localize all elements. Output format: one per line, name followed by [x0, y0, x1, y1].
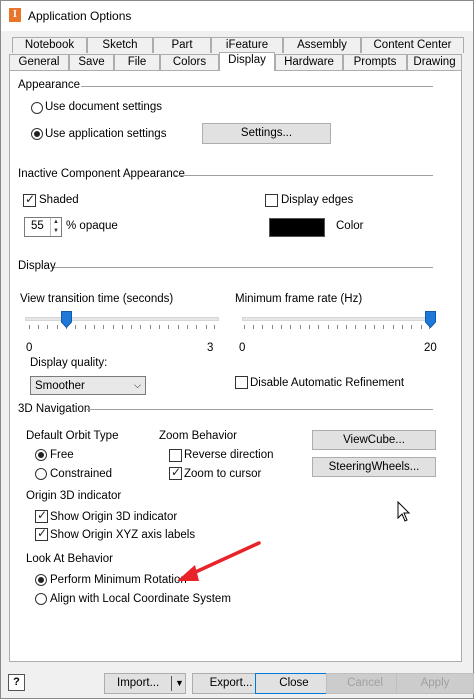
use-application-settings-label[interactable]: Use application settings — [45, 128, 166, 140]
view-transition-slider-track[interactable] — [25, 317, 219, 321]
reverse-direction-checkbox[interactable] — [169, 449, 182, 462]
mouse-pointer-icon — [397, 501, 411, 522]
tab-part[interactable]: Part — [153, 37, 211, 53]
show-origin-indicator-label[interactable]: Show Origin 3D indicator — [50, 511, 177, 523]
viewcube-button[interactable]: ViewCube... — [312, 430, 436, 450]
reverse-direction-label[interactable]: Reverse direction — [184, 449, 273, 461]
default-orbit-type-heading: Default Orbit Type — [26, 430, 119, 442]
close-button[interactable]: Close — [255, 673, 333, 694]
red-annotation-arrow-icon — [177, 541, 261, 581]
chevron-down-icon: ⌵ — [134, 380, 141, 390]
tab-general[interactable]: General — [9, 54, 69, 70]
display-heading: Display — [18, 260, 56, 272]
tab-colors[interactable]: Colors — [160, 54, 219, 70]
help-icon[interactable]: ? — [8, 674, 25, 691]
appearance-heading: Appearance — [18, 79, 81, 91]
title-bar[interactable]: I Application Options — [1, 1, 473, 31]
nav3d-separator — [87, 409, 433, 410]
use-document-settings-label[interactable]: Use document settings — [45, 101, 162, 113]
perform-minimum-rotation-label[interactable]: Perform Minimum Rotation — [50, 574, 187, 586]
display-quality-label: Display quality: — [30, 357, 108, 369]
view-transition-min-label: 0 — [26, 342, 33, 354]
cancel-button: Cancel — [326, 673, 404, 694]
orbit-constrained-radio[interactable] — [35, 468, 47, 480]
min-frame-rate-min-label: 0 — [239, 342, 246, 354]
apply-button: Apply — [396, 673, 474, 694]
show-origin-indicator-checkbox[interactable] — [35, 508, 48, 523]
tab-sketch[interactable]: Sketch — [87, 37, 153, 53]
import-split-divider — [171, 676, 172, 691]
inactive-separator — [175, 175, 433, 176]
appearance-separator — [81, 86, 433, 87]
orbit-free-radio[interactable] — [35, 449, 47, 461]
steeringwheels-button[interactable]: SteeringWheels... — [312, 457, 436, 477]
color-label: Color — [336, 220, 364, 232]
min-frame-rate-slider-track[interactable] — [242, 317, 436, 321]
opacity-value[interactable]: 55 — [31, 220, 44, 232]
align-local-coordinate-label[interactable]: Align with Local Coordinate System — [50, 593, 231, 605]
view-transition-max-label: 3 — [207, 342, 214, 354]
tab-prompts[interactable]: Prompts — [343, 54, 407, 70]
min-frame-rate-slider-thumb[interactable] — [425, 311, 436, 328]
tab-assembly[interactable]: Assembly — [283, 37, 361, 53]
zoom-behavior-heading: Zoom Behavior — [159, 430, 237, 442]
use-document-settings-radio[interactable] — [31, 102, 43, 114]
zoom-to-cursor-label[interactable]: Zoom to cursor — [184, 468, 261, 480]
opacity-spinner[interactable]: 55 ▲ ▼ — [24, 217, 62, 237]
display-separator — [54, 267, 433, 268]
dropdown-arrow-icon[interactable]: ▼ — [175, 674, 184, 693]
disable-automatic-refinement-checkbox[interactable] — [235, 376, 248, 389]
application-options-dialog: I Application Options Notebook Sketch Pa… — [0, 0, 474, 699]
display-edges-checkbox[interactable] — [265, 194, 278, 207]
inactive-component-heading: Inactive Component Appearance — [18, 168, 185, 180]
disable-automatic-refinement-label[interactable]: Disable Automatic Refinement — [250, 377, 404, 389]
orbit-constrained-label[interactable]: Constrained — [50, 468, 112, 480]
opacity-suffix-label: % opaque — [66, 220, 118, 232]
tab-hardware[interactable]: Hardware — [275, 54, 343, 70]
spinner-arrows-icon[interactable]: ▲ ▼ — [50, 218, 61, 236]
shaded-label[interactable]: Shaded — [39, 194, 79, 206]
look-at-behavior-heading: Look At Behavior — [26, 553, 113, 565]
tab-drawing[interactable]: Drawing — [407, 54, 462, 70]
orbit-free-label[interactable]: Free — [50, 449, 74, 461]
align-local-coordinate-radio[interactable] — [35, 593, 47, 605]
nav3d-heading: 3D Navigation — [18, 403, 91, 415]
min-frame-rate-max-label: 20 — [424, 342, 437, 354]
view-transition-label: View transition time (seconds) — [20, 293, 174, 305]
window-title: Application Options — [28, 9, 132, 23]
import-button[interactable]: Import... ▼ — [104, 673, 186, 694]
inventor-app-icon: I — [9, 8, 21, 22]
tab-notebook[interactable]: Notebook — [12, 37, 87, 53]
view-transition-slider-thumb[interactable] — [61, 311, 73, 328]
tab-save[interactable]: Save — [69, 54, 114, 70]
display-edges-label[interactable]: Display edges — [281, 194, 353, 206]
settings-button[interactable]: Settings... — [202, 123, 331, 144]
use-application-settings-radio[interactable] — [31, 128, 43, 140]
show-xyz-labels-checkbox[interactable] — [35, 526, 48, 541]
view-transition-ticks — [29, 325, 215, 329]
tab-content-center[interactable]: Content Center — [361, 37, 464, 53]
perform-minimum-rotation-radio[interactable] — [35, 574, 47, 586]
zoom-to-cursor-checkbox[interactable] — [169, 465, 182, 480]
display-quality-value: Smoother — [35, 380, 85, 392]
tab-file[interactable]: File — [114, 54, 160, 70]
color-swatch-button[interactable] — [269, 218, 325, 237]
tab-ifeature[interactable]: iFeature — [211, 37, 283, 53]
min-frame-rate-ticks — [244, 325, 430, 329]
origin-indicator-heading: Origin 3D indicator — [26, 490, 122, 502]
display-quality-select[interactable]: Smoother ⌵ — [30, 376, 146, 395]
shaded-checkbox[interactable] — [23, 192, 36, 207]
min-frame-rate-label: Minimum frame rate (Hz) — [235, 293, 363, 305]
tab-display[interactable]: Display — [219, 52, 275, 71]
